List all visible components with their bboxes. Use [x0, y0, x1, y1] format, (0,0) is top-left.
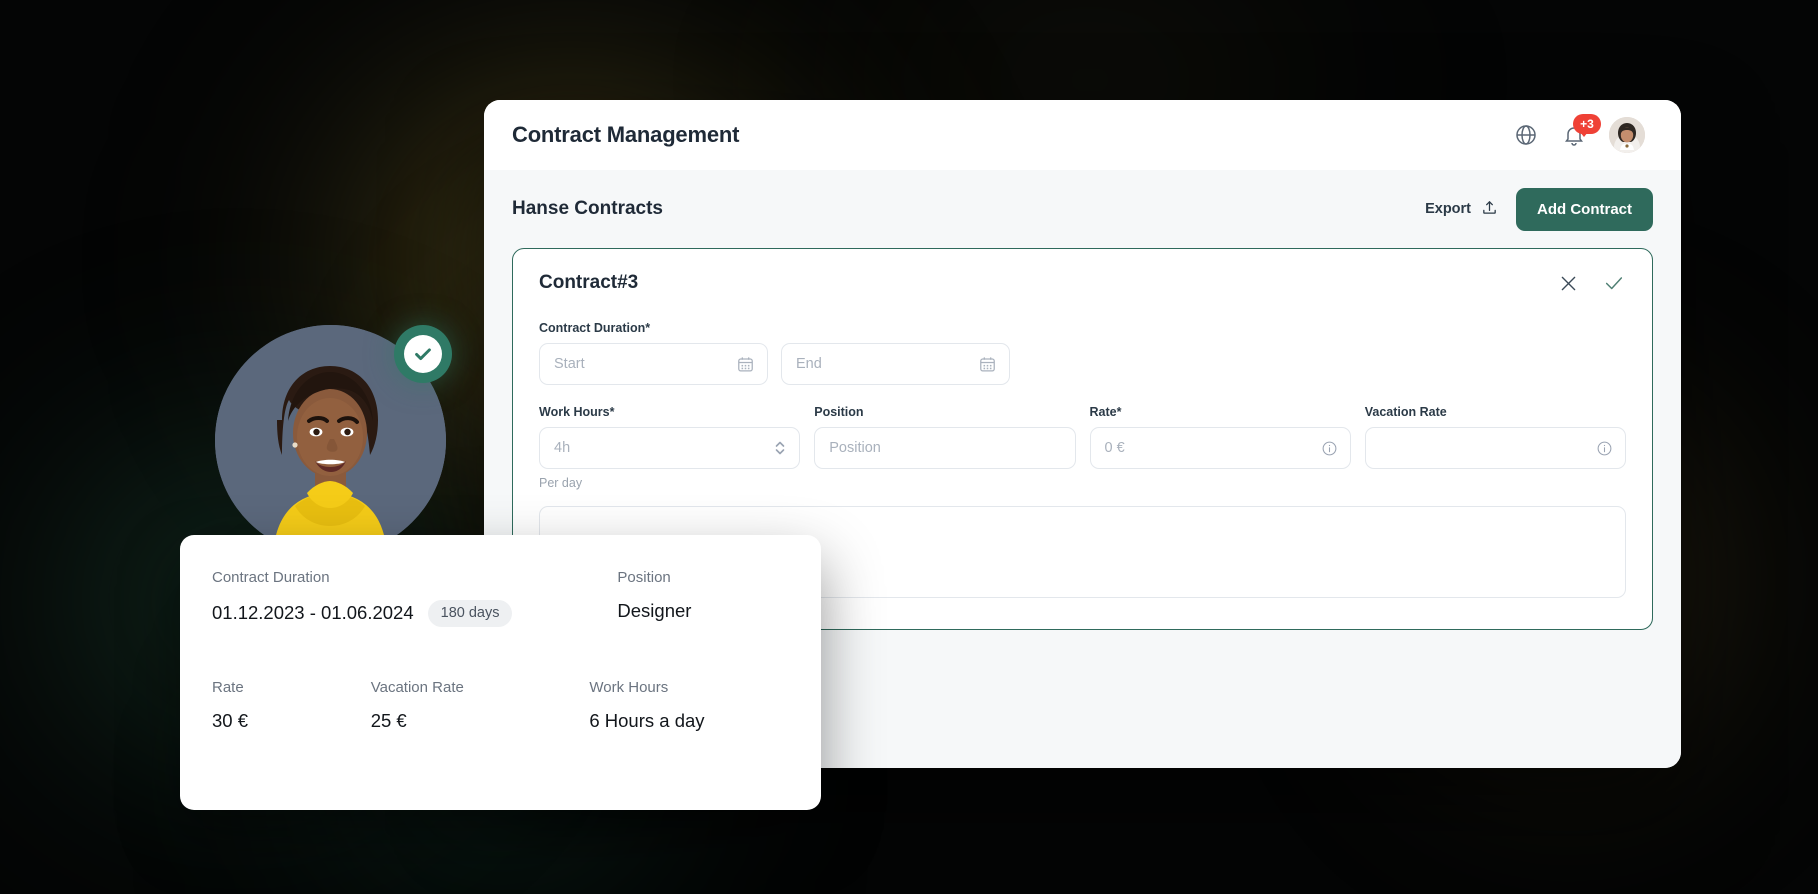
popover-duration-label: Contract Duration	[212, 569, 330, 586]
check-badge-icon	[394, 325, 452, 383]
rate-input-shell[interactable]	[1089, 427, 1351, 469]
popover-vacation-rate-value: 25 €	[370, 709, 407, 731]
start-date-input-shell[interactable]	[539, 343, 768, 385]
rate-field: Rate*	[1089, 405, 1351, 490]
position-input-shell[interactable]	[814, 427, 1076, 469]
contract-fields-row: Work Hours* Per day Position	[539, 405, 1626, 490]
contract-card-actions	[1556, 271, 1626, 295]
popover-rate-label: Rate	[212, 678, 244, 696]
popover-row-bottom: Rate 30 € Vacation Rate 25 € Work Hours …	[212, 679, 789, 732]
add-contract-button[interactable]: Add Contract	[1516, 187, 1653, 231]
popover-position-label: Position	[617, 569, 671, 586]
work-hours-field: Work Hours* Per day	[539, 405, 801, 490]
subheader-actions: Export Add Contract	[1425, 187, 1653, 231]
close-icon[interactable]	[1556, 271, 1580, 295]
popover-rate-value: 30 €	[212, 709, 249, 731]
popover-work-hours-label: Work Hours	[589, 678, 669, 696]
end-date-input[interactable]	[796, 356, 970, 372]
contract-card-header: Contract#3	[539, 271, 1626, 295]
work-hours-helper: Per day	[539, 476, 583, 490]
export-label: Export	[1425, 201, 1471, 217]
position-input[interactable]	[829, 440, 1063, 456]
popover-vacation-rate-label: Vacation Rate	[370, 678, 464, 696]
duration-days-badge: 180 days	[427, 600, 513, 627]
end-date-input-shell[interactable]	[781, 343, 1010, 385]
notifications-button[interactable]: +3	[1561, 114, 1601, 148]
rate-input[interactable]	[1104, 440, 1313, 456]
check-icon[interactable]	[1602, 271, 1626, 295]
rate-label: Rate*	[1089, 405, 1122, 419]
contract-duration-group: Contract Duration*	[539, 321, 1626, 385]
popover-vacation-rate-block: Vacation Rate 25 €	[371, 679, 590, 732]
popover-row-top: Contract Duration 01.12.2023 - 01.06.202…	[212, 569, 789, 627]
content-subheader: Hanse Contracts Export Add Contract	[512, 170, 1653, 248]
topbar-actions: +3	[1513, 114, 1645, 153]
work-hours-label: Work Hours*	[539, 405, 615, 419]
position-label: Position	[814, 405, 864, 419]
contract-title: Contract#3	[539, 272, 639, 293]
start-date-field	[539, 343, 768, 385]
contract-duration-row	[539, 343, 1626, 385]
popover-duration-value-row: 01.12.2023 - 01.06.2024 180 days	[212, 600, 617, 627]
app-topbar: Contract Management +3	[484, 100, 1681, 170]
user-avatar[interactable]	[1609, 117, 1645, 153]
work-hours-input-shell[interactable]	[539, 427, 801, 469]
end-date-field	[781, 343, 1010, 385]
popover-rate-block: Rate 30 €	[212, 679, 371, 732]
info-icon[interactable]	[1596, 440, 1613, 457]
contract-duration-label: Contract Duration*	[539, 321, 651, 335]
page-title: Contract Management	[512, 122, 740, 147]
section-title: Hanse Contracts	[512, 198, 663, 219]
popover-work-hours-block: Work Hours 6 Hours a day	[589, 679, 789, 732]
export-button[interactable]: Export	[1425, 199, 1498, 220]
popover-work-hours-value: 6 Hours a day	[589, 709, 705, 731]
upload-icon	[1481, 199, 1498, 220]
vacation-rate-input[interactable]	[1379, 440, 1588, 456]
globe-icon[interactable]	[1513, 122, 1539, 148]
notification-count-badge: +3	[1573, 114, 1601, 137]
employee-photo	[215, 325, 452, 556]
popover-position-value: Designer	[617, 600, 692, 621]
work-hours-input[interactable]	[554, 440, 766, 456]
info-icon[interactable]	[1321, 440, 1338, 457]
contract-details-popover: Contract Duration 01.12.2023 - 01.06.202…	[180, 535, 821, 810]
popover-position-block: Position Designer	[617, 569, 789, 622]
calendar-icon[interactable]	[978, 355, 997, 374]
vacation-rate-field: Vacation Rate	[1364, 405, 1626, 490]
vacation-rate-input-shell[interactable]	[1364, 427, 1626, 469]
calendar-icon[interactable]	[736, 355, 755, 374]
popover-duration-block: Contract Duration 01.12.2023 - 01.06.202…	[212, 569, 617, 627]
check-badge-inner	[404, 335, 442, 373]
position-field: Position	[814, 405, 1076, 490]
popover-duration-value: 01.12.2023 - 01.06.2024	[212, 602, 414, 624]
stepper-icon[interactable]	[773, 438, 787, 458]
vacation-rate-label: Vacation Rate	[1364, 405, 1447, 419]
start-date-input[interactable]	[554, 356, 728, 372]
